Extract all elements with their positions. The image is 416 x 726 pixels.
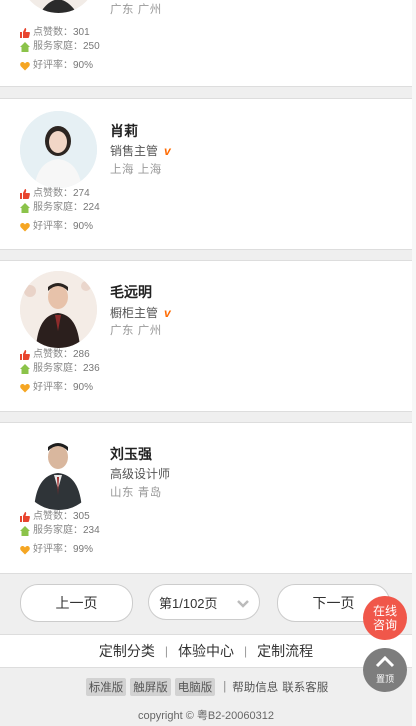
served-label: 服务家庭： — [33, 363, 83, 374]
expert-card[interactable]: 肖莉 销售主管 v 上海 上海 点赞数： 274 服务家庭： 224 好评率： 9… — [0, 98, 412, 250]
page-select[interactable]: 第1/102页 — [148, 584, 260, 620]
expert-title: 橱柜主管 v — [110, 304, 171, 321]
version-separator: | — [223, 681, 227, 693]
expert-title-text: 橱柜主管 — [110, 306, 159, 320]
back-to-top-label: 置顶 — [375, 674, 394, 684]
heart-icon — [20, 546, 30, 555]
served-value: 236 — [83, 363, 100, 374]
likes-value: 274 — [73, 188, 90, 199]
rating-label: 好评率： — [33, 60, 73, 71]
home-icon — [20, 526, 30, 536]
heart-icon — [20, 384, 30, 393]
likes-stat: 点赞数： 305 — [20, 510, 90, 524]
next-page-label: 下一页 — [312, 595, 355, 611]
chevron-up-icon — [375, 656, 395, 668]
expert-name[interactable]: 刘玉强 — [110, 444, 152, 464]
heart-icon — [20, 62, 30, 71]
likes-label: 点赞数： — [33, 27, 73, 38]
served-value: 234 — [83, 525, 100, 536]
expert-title: 销售主管 v — [110, 142, 171, 159]
scrollbar[interactable] — [412, 0, 416, 726]
rating-stat: 好评率： 90% — [20, 220, 93, 234]
rating-stat: 好评率： 90% — [20, 381, 93, 395]
likes-value: 301 — [73, 27, 90, 38]
avatar — [20, 271, 97, 348]
rating-value: 90% — [73, 221, 94, 232]
rating-value: 90% — [73, 382, 94, 393]
expert-location: 上海 上海 — [110, 164, 162, 176]
verified-badge-icon: v — [164, 306, 171, 320]
served-stat: 服务家庭： 234 — [20, 524, 100, 538]
footer-link-process[interactable]: 定制流程 — [257, 641, 313, 661]
footer-separator: | — [164, 644, 168, 658]
rating-value: 90% — [73, 60, 94, 71]
contact-link[interactable]: 联系客服 — [282, 679, 328, 695]
thumbs-up-icon — [20, 189, 30, 199]
thumbs-up-icon — [20, 28, 30, 38]
expert-card[interactable]: 毛远明 橱柜主管 v 广东 广州 点赞数： 286 服务家庭： 236 好评率： … — [0, 260, 412, 412]
served-value: 224 — [83, 202, 100, 213]
version-touch[interactable]: 触屏版 — [130, 678, 171, 696]
prev-page-label: 上一页 — [55, 595, 98, 611]
likes-label: 点赞数： — [33, 349, 73, 360]
rating-stat: 好评率： 90% — [20, 59, 93, 73]
home-icon — [20, 203, 30, 213]
rating-label: 好评率： — [33, 221, 73, 232]
rating-label: 好评率： — [33, 382, 73, 393]
served-label: 服务家庭： — [33, 202, 83, 213]
avatar — [20, 0, 97, 13]
expert-location: 广东 广州 — [110, 325, 162, 337]
footer-link-category[interactable]: 定制分类 — [99, 641, 155, 661]
footer-link-experience[interactable]: 体验中心 — [178, 641, 234, 661]
served-stat: 服务家庭： 224 — [20, 201, 100, 215]
likes-stat: 点赞数： 274 — [20, 187, 90, 201]
consult-line1: 在线 — [372, 604, 397, 618]
verified-badge-icon: v — [164, 144, 171, 158]
expert-location: 山东 青岛 — [110, 487, 162, 499]
heart-icon — [20, 223, 30, 232]
rating-label: 好评率： — [33, 544, 73, 555]
served-label: 服务家庭： — [33, 525, 83, 536]
version-desktop[interactable]: 电脑版 — [174, 678, 216, 696]
expert-card[interactable]: 刘玉强 高级设计师 山东 青岛 点赞数： 305 服务家庭： 234 好评率： … — [0, 422, 412, 574]
rating-stat: 好评率： 99% — [20, 543, 93, 557]
avatar — [20, 111, 97, 188]
expert-name[interactable]: 肖莉 — [110, 121, 138, 141]
likes-label: 点赞数： — [33, 511, 73, 522]
chevron-down-icon — [237, 600, 249, 608]
consult-line2: 咨询 — [372, 618, 397, 632]
likes-stat: 点赞数： 301 — [20, 26, 90, 40]
footer-separator: | — [244, 644, 248, 658]
thumbs-up-icon — [20, 512, 30, 522]
served-stat: 服务家庭： 236 — [20, 362, 100, 376]
served-label: 服务家庭： — [33, 41, 83, 52]
rating-value: 99% — [73, 544, 94, 555]
footer-nav: 定制分类 | 体验中心 | 定制流程 — [0, 634, 412, 668]
expert-title-text: 高级设计师 — [110, 467, 171, 481]
page-select-value: 第1/102页 — [159, 595, 218, 611]
prev-page-button[interactable]: 上一页 — [20, 584, 133, 622]
version-links: 标准版 触屏版 电脑版 | 帮助信息 联系客服 — [0, 678, 412, 696]
likes-value: 286 — [73, 349, 90, 360]
thumbs-up-icon — [20, 350, 30, 360]
home-icon — [20, 364, 30, 374]
expert-title-text: 销售主管 — [110, 144, 159, 158]
expert-name[interactable]: 毛远明 — [110, 282, 152, 302]
expert-title: 高级设计师 — [110, 465, 170, 482]
help-link[interactable]: 帮助信息 — [232, 679, 278, 695]
home-icon — [20, 42, 30, 52]
expert-card[interactable]: 广东 广州 点赞数： 301 服务家庭： 250 好评率： 90% — [0, 0, 412, 87]
likes-stat: 点赞数： 286 — [20, 348, 90, 362]
likes-value: 305 — [73, 511, 90, 522]
online-consult-button[interactable]: 在线 咨询 — [363, 596, 407, 640]
avatar — [20, 433, 97, 510]
served-value: 250 — [83, 41, 100, 52]
served-stat: 服务家庭： 250 — [20, 40, 100, 54]
likes-label: 点赞数： — [33, 188, 73, 199]
copyright: copyright © 粤B2-20060312 — [138, 710, 274, 722]
expert-location: 广东 广州 — [110, 4, 162, 16]
version-standard[interactable]: 标准版 — [85, 678, 127, 696]
back-to-top-button[interactable]: 置顶 — [363, 648, 407, 692]
